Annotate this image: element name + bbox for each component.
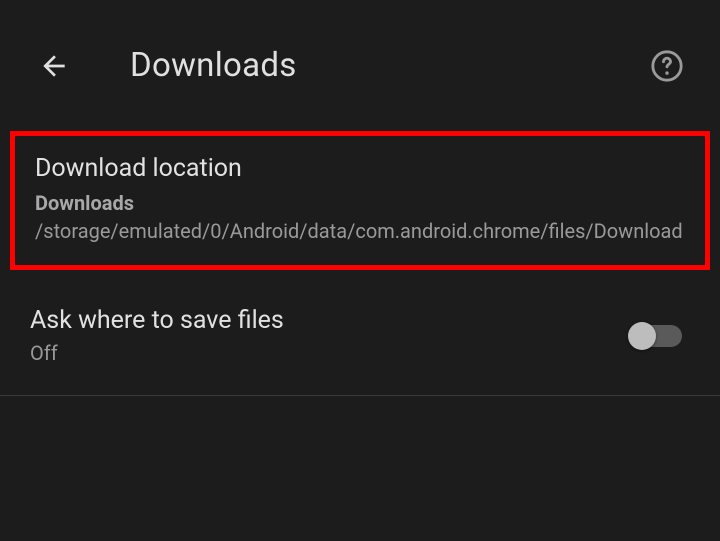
download-location-title: Download location (35, 154, 685, 183)
ask-save-title: Ask where to save files (30, 306, 630, 335)
ask-save-status: Off (30, 341, 630, 365)
download-folder-label: Downloads (35, 191, 134, 215)
settings-list: Download location Downloads /storage/emu… (0, 131, 720, 396)
back-button[interactable] (38, 50, 70, 82)
ask-save-toggle[interactable] (630, 325, 682, 347)
toggle-knob (628, 322, 656, 350)
arrow-back-icon (38, 50, 70, 82)
download-location-path: Downloads /storage/emulated/0/Android/da… (35, 189, 685, 245)
app-header: Downloads (0, 0, 720, 131)
setting-download-location[interactable]: Download location Downloads /storage/emu… (10, 131, 710, 270)
ask-save-text: Ask where to save files Off (30, 306, 630, 365)
help-button[interactable] (650, 49, 684, 83)
download-path-value: /storage/emulated/0/Android/data/com.and… (35, 219, 683, 243)
help-icon (650, 49, 684, 83)
page-title: Downloads (130, 46, 650, 85)
setting-ask-save[interactable]: Ask where to save files Off (0, 278, 720, 396)
